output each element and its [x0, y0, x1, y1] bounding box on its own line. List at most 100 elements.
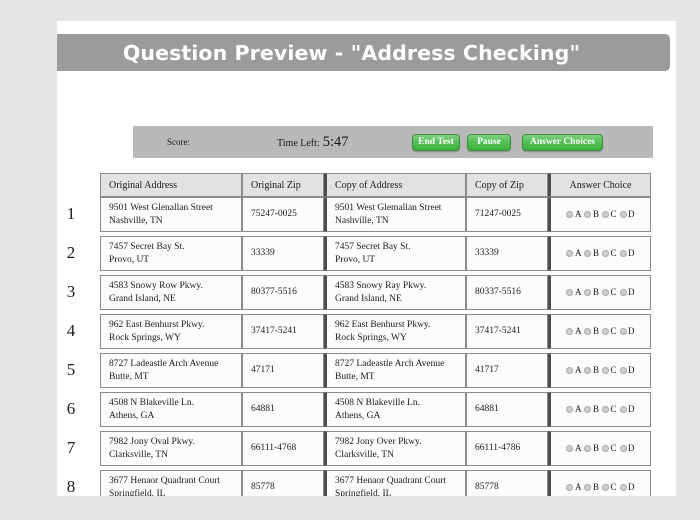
- radio-button-icon[interactable]: [619, 483, 627, 491]
- answer-choice-group[interactable]: ABCD: [551, 365, 650, 377]
- radio-button-icon[interactable]: [602, 327, 609, 335]
- radio-button-icon[interactable]: [602, 249, 609, 257]
- radio-button-icon[interactable]: [619, 327, 627, 335]
- radio-option-b[interactable]: B: [584, 365, 599, 377]
- radio-button-icon[interactable]: [584, 405, 592, 413]
- radio-button-icon[interactable]: [584, 288, 592, 296]
- cell-answer-choice[interactable]: ABCD: [548, 197, 651, 232]
- radio-button-icon[interactable]: [602, 405, 609, 413]
- answer-choices-button[interactable]: Answer Choices: [522, 133, 603, 151]
- radio-option-a[interactable]: A: [566, 248, 581, 260]
- address-line-1: 7457 Secret Bay St.: [109, 242, 185, 253]
- radio-button-icon[interactable]: [584, 210, 592, 218]
- radio-button-icon[interactable]: [619, 405, 627, 413]
- radio-button-icon[interactable]: [602, 483, 609, 491]
- answer-choice-group[interactable]: ABCD: [551, 248, 650, 260]
- radio-option-a[interactable]: A: [566, 482, 581, 494]
- radio-button-icon[interactable]: [566, 288, 574, 296]
- radio-option-c[interactable]: C: [602, 404, 617, 416]
- radio-button-icon[interactable]: [566, 210, 574, 218]
- radio-button-icon[interactable]: [584, 483, 592, 491]
- cell-copy-zip: 71247-0025: [466, 197, 548, 232]
- answer-choice-group[interactable]: ABCD: [551, 482, 650, 494]
- column-header-original-address: Original Address: [100, 173, 242, 197]
- cell-original-address: 4583 Snowy Row Pkwy. Grand Island, NE: [100, 275, 242, 310]
- answer-choice-group[interactable]: ABCD: [551, 287, 650, 299]
- radio-option-label: A: [574, 364, 582, 375]
- cell-answer-choice[interactable]: ABCD: [548, 431, 651, 466]
- cell-answer-choice[interactable]: ABCD: [548, 314, 651, 349]
- answer-choice-group[interactable]: ABCD: [551, 209, 650, 221]
- radio-button-icon[interactable]: [584, 249, 592, 257]
- radio-button-icon[interactable]: [566, 444, 574, 452]
- radio-button-icon[interactable]: [584, 444, 592, 452]
- radio-button-icon[interactable]: [584, 366, 592, 374]
- radio-option-d[interactable]: D: [619, 482, 635, 494]
- radio-button-icon[interactable]: [602, 444, 609, 452]
- radio-option-c[interactable]: C: [602, 248, 617, 260]
- end-test-button[interactable]: End Test: [412, 133, 460, 151]
- radio-option-d[interactable]: D: [619, 209, 635, 221]
- radio-option-c[interactable]: C: [602, 443, 617, 455]
- cell-original-address: 8727 Ladeastle Arch Avenue Butte, MT: [100, 353, 242, 388]
- radio-button-icon[interactable]: [566, 405, 574, 413]
- cell-answer-choice[interactable]: ABCD: [548, 392, 651, 427]
- radio-option-c[interactable]: C: [602, 482, 617, 494]
- radio-button-icon[interactable]: [602, 366, 609, 374]
- address-line-1: 8727 Ladeastle Arch Avenue: [335, 359, 445, 370]
- radio-option-a[interactable]: A: [566, 326, 581, 338]
- radio-button-icon[interactable]: [619, 444, 627, 452]
- radio-option-b[interactable]: B: [584, 404, 599, 416]
- radio-option-label: D: [628, 325, 635, 336]
- radio-option-b[interactable]: B: [584, 326, 599, 338]
- column-header-original-zip: Original Zip: [242, 173, 324, 197]
- radio-option-b[interactable]: B: [584, 443, 599, 455]
- radio-option-b[interactable]: B: [584, 248, 599, 260]
- radio-option-c[interactable]: C: [602, 365, 617, 377]
- radio-option-label: B: [592, 442, 599, 453]
- radio-option-c[interactable]: C: [602, 326, 617, 338]
- radio-button-icon[interactable]: [566, 366, 574, 374]
- answer-choice-group[interactable]: ABCD: [551, 443, 650, 455]
- radio-option-d[interactable]: D: [619, 325, 635, 338]
- radio-button-icon[interactable]: [619, 288, 627, 296]
- radio-option-c[interactable]: C: [602, 287, 617, 299]
- address-line-2: Butte, MT: [109, 371, 149, 382]
- pause-button[interactable]: Pause: [467, 133, 511, 151]
- radio-option-a[interactable]: A: [566, 443, 581, 455]
- radio-button-icon[interactable]: [619, 249, 627, 257]
- radio-option-d[interactable]: D: [619, 247, 635, 260]
- cell-copy-address: 4508 N Blakeville Ln. Athens, GA: [324, 392, 466, 427]
- radio-option-label: D: [628, 247, 635, 258]
- radio-option-d[interactable]: D: [619, 287, 635, 299]
- radio-button-icon[interactable]: [619, 210, 627, 218]
- radio-option-d[interactable]: D: [619, 365, 635, 377]
- radio-option-a[interactable]: A: [566, 209, 581, 221]
- answer-choice-group[interactable]: ABCD: [551, 404, 650, 416]
- radio-button-icon[interactable]: [602, 210, 609, 218]
- radio-button-icon[interactable]: [566, 483, 574, 491]
- radio-option-a[interactable]: A: [566, 404, 581, 416]
- table-row: 4508 N Blakeville Ln. Athens, GA 64881 4508…: [100, 392, 651, 427]
- radio-button-icon[interactable]: [584, 327, 592, 335]
- radio-button-icon[interactable]: [619, 366, 627, 374]
- cell-answer-choice[interactable]: ABCD: [548, 275, 651, 310]
- address-line-1: 7982 Jony Oval Pkwy.: [109, 437, 195, 448]
- radio-option-b[interactable]: B: [584, 287, 599, 299]
- radio-button-icon[interactable]: [602, 288, 609, 296]
- radio-option-c[interactable]: C: [602, 209, 617, 221]
- radio-option-b[interactable]: B: [584, 209, 599, 221]
- radio-option-a[interactable]: A: [566, 287, 581, 299]
- cell-answer-choice[interactable]: ABCD: [548, 470, 651, 496]
- radio-option-label: D: [628, 442, 635, 453]
- radio-option-a[interactable]: A: [566, 365, 581, 377]
- radio-option-d[interactable]: D: [619, 442, 635, 455]
- radio-option-d[interactable]: D: [619, 404, 635, 416]
- cell-answer-choice[interactable]: ABCD: [548, 353, 651, 388]
- radio-option-b[interactable]: B: [584, 482, 599, 494]
- answer-choice-group[interactable]: ABCD: [551, 326, 650, 338]
- cell-answer-choice[interactable]: ABCD: [548, 236, 651, 271]
- radio-button-icon[interactable]: [566, 249, 574, 257]
- radio-button-icon[interactable]: [566, 327, 574, 335]
- cell-original-zip: 75247-0025: [242, 197, 324, 232]
